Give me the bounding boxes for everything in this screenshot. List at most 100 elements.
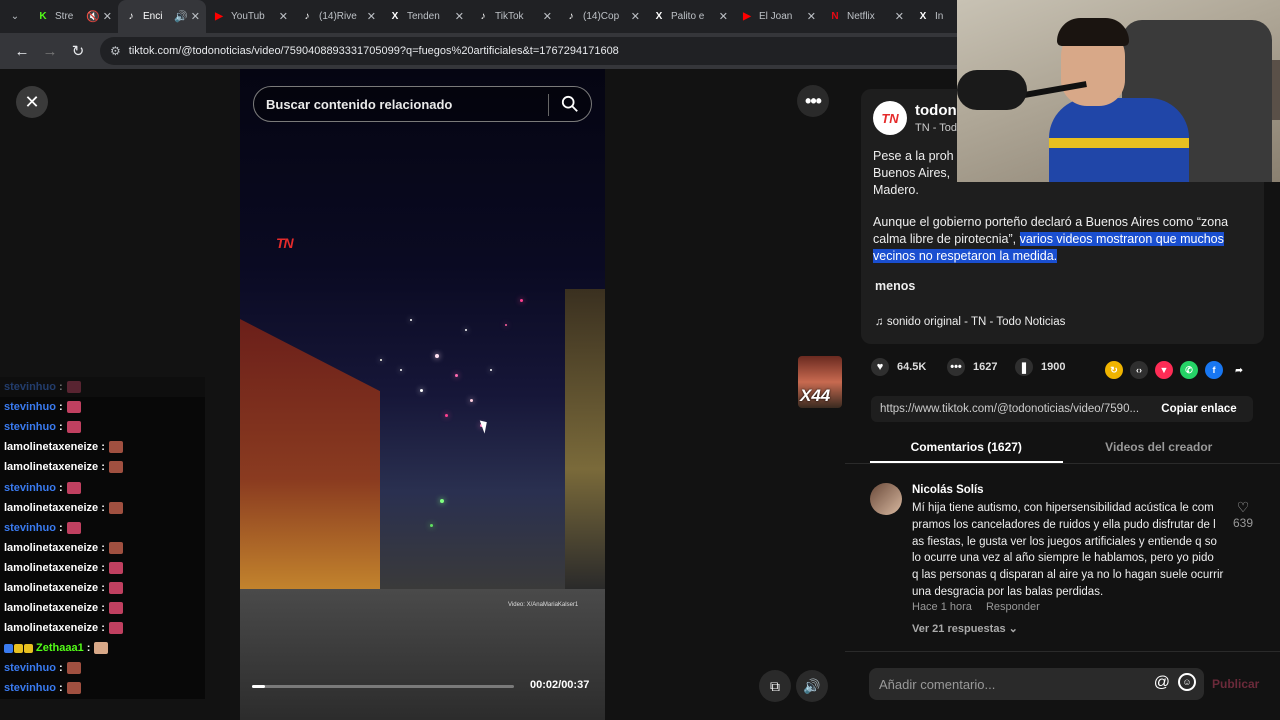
mention-icon[interactable]: @	[1154, 674, 1170, 692]
close-tab-icon[interactable]: ✕	[103, 10, 112, 23]
forward-icon[interactable]: →	[36, 37, 64, 65]
browser-tab[interactable]: ♪ TikTok ✕	[470, 0, 558, 33]
url-input[interactable]: ⚙ tiktok.com/@todonoticias/video/7590408…	[100, 37, 1020, 65]
x-icon: X	[655, 11, 663, 22]
save-button[interactable]: ❚ 1900	[1015, 358, 1065, 376]
chat-username[interactable]: lamolinetaxeneize	[4, 441, 98, 453]
firework-spark	[520, 299, 523, 302]
overlay-badge-text: X44	[800, 386, 831, 405]
browser-tab[interactable]: ♪ (14)Rive ✕	[294, 0, 382, 33]
close-tab-icon[interactable]: ✕	[367, 10, 376, 23]
close-tab-icon[interactable]: ✕	[191, 10, 200, 23]
emoji-icon[interactable]: ☺	[1178, 673, 1196, 691]
close-tab-icon[interactable]: ✕	[543, 10, 552, 23]
pip-icon[interactable]: ⧉	[759, 670, 791, 702]
firework-spark	[430, 524, 433, 527]
chat-message: stevinhuo :	[0, 477, 205, 498]
send-icon[interactable]: ▼	[1155, 361, 1173, 379]
whatsapp-icon[interactable]: ✆	[1180, 361, 1198, 379]
browser-tab[interactable]: K Stre 🔇 ✕	[30, 0, 118, 33]
comment-button[interactable]: ••• 1627	[947, 358, 997, 376]
repost-icon[interactable]: ↻	[1105, 361, 1123, 379]
browser-tab[interactable]: ♪ (14)Cop ✕	[558, 0, 646, 33]
emote-icon	[66, 682, 81, 695]
close-tab-icon[interactable]: ✕	[807, 10, 816, 23]
heart-outline-icon: ♡	[1236, 499, 1250, 515]
chat-message: lamolinetaxeneize :	[0, 577, 205, 599]
chat-username[interactable]: lamolinetaxeneize	[4, 562, 98, 574]
comment-time: Hace 1 hora	[912, 601, 972, 613]
chat-username[interactable]: lamolinetaxeneize	[4, 542, 98, 554]
tiktok-icon: ♪	[128, 11, 134, 22]
browser-tab[interactable]: ▶ YouTub ✕	[206, 0, 294, 33]
back-icon[interactable]: ←	[8, 37, 36, 65]
chat-username[interactable]: stevinhuo	[4, 522, 56, 534]
video-player[interactable]: TN Video: X/AnaMariaKalser1 00:02/00:37	[240, 69, 605, 720]
tab-search-icon[interactable]: ⌄	[0, 0, 30, 33]
comment-line: pramos los canceladores de ruidos y ella…	[912, 518, 1216, 531]
post-comment-button[interactable]: Publicar	[1212, 677, 1259, 691]
browser-tab[interactable]: ♪ Enci 🔊 ✕	[118, 0, 206, 33]
chat-username[interactable]: stevinhuo	[4, 482, 56, 494]
close-icon[interactable]: ✕	[16, 86, 48, 118]
author-name[interactable]: todon	[915, 102, 957, 119]
show-less-button[interactable]: menos	[875, 279, 915, 293]
close-tab-icon[interactable]: ✕	[895, 10, 904, 23]
tab-title: Tenden	[407, 11, 440, 22]
chat-username[interactable]: stevinhuo	[4, 682, 56, 694]
kick-icon: K	[39, 11, 47, 22]
video-link[interactable]: https://www.tiktok.com/@todonoticias/vid…	[871, 403, 1145, 415]
volume-icon[interactable]: 🔊	[796, 670, 828, 702]
browser-tab[interactable]: X Palito e ✕	[646, 0, 734, 33]
tab-title: Enci	[143, 11, 163, 22]
view-replies-button[interactable]: Ver 21 respuestas ⌄	[912, 622, 1018, 635]
browser-tab[interactable]: ▶ El Joan ✕	[734, 0, 822, 33]
chat-username[interactable]: stevinhuo	[4, 381, 56, 393]
close-tab-icon[interactable]: ✕	[279, 10, 288, 23]
audio-icon[interactable]: 🔊	[174, 10, 188, 23]
share-arrow-icon[interactable]: ➦	[1230, 361, 1248, 379]
tab-comments[interactable]: Comentarios (1627)	[870, 435, 1063, 463]
embed-icon[interactable]: ‹›	[1130, 361, 1148, 379]
close-tab-icon[interactable]: ✕	[455, 10, 464, 23]
chat-colon: :	[55, 421, 63, 434]
chat-colon: :	[83, 642, 91, 655]
chat-username[interactable]: lamolinetaxeneize	[4, 461, 98, 473]
firework-spark	[490, 369, 492, 371]
copy-link-button[interactable]: Copiar enlace	[1145, 403, 1253, 415]
chat-username[interactable]: lamolinetaxeneize	[4, 602, 98, 614]
avatar-text: TN	[881, 110, 899, 126]
more-options-icon[interactable]: •••	[797, 85, 829, 117]
related-search-input[interactable]: Buscar contenido relacionado	[253, 86, 592, 122]
commenter-name[interactable]: Nicolás Solís	[912, 484, 984, 496]
commenter-avatar[interactable]	[870, 483, 902, 515]
close-tab-icon[interactable]: ✕	[719, 10, 728, 23]
tab-creator-videos[interactable]: Videos del creador	[1063, 435, 1256, 463]
search-icon[interactable]	[561, 95, 579, 113]
desc-line: Madero.	[873, 183, 919, 197]
reload-icon[interactable]: ↻	[64, 37, 92, 65]
author-avatar[interactable]: TN	[873, 101, 907, 135]
facebook-icon[interactable]: f	[1205, 361, 1223, 379]
chat-username[interactable]: stevinhuo	[4, 662, 56, 674]
like-button[interactable]: ♥ 64.5K	[871, 358, 926, 376]
comment-line: as fiestas, le gusta ver los juegos arti…	[912, 535, 1217, 548]
chat-colon: :	[98, 541, 105, 554]
site-info-icon[interactable]: ⚙	[110, 44, 121, 58]
sound-link[interactable]: ♫ sonido original - TN - Todo Noticias	[875, 316, 1065, 328]
chat-username[interactable]: Zethaaa1	[36, 642, 84, 654]
close-tab-icon[interactable]: ✕	[631, 10, 640, 23]
muted-icon[interactable]: 🔇	[86, 10, 100, 23]
reply-button[interactable]: Responder	[986, 601, 1040, 613]
add-comment-input[interactable]: Añadir comentario... @ ☺	[869, 668, 1204, 700]
browser-tab[interactable]: N Netflix ✕	[822, 0, 910, 33]
chat-username[interactable]: lamolinetaxeneize	[4, 582, 98, 594]
video-progress-bar[interactable]	[252, 685, 514, 688]
chat-username[interactable]: stevinhuo	[4, 421, 56, 433]
chat-username[interactable]: lamolinetaxeneize	[4, 502, 98, 514]
chat-username[interactable]: stevinhuo	[4, 401, 56, 413]
chat-username[interactable]: lamolinetaxeneize	[4, 622, 98, 634]
comment-like-button[interactable]: ♡ 639	[1228, 499, 1258, 530]
browser-tab[interactable]: X Tenden ✕	[382, 0, 470, 33]
url-text: tiktok.com/@todonoticias/video/759040889…	[128, 45, 619, 57]
